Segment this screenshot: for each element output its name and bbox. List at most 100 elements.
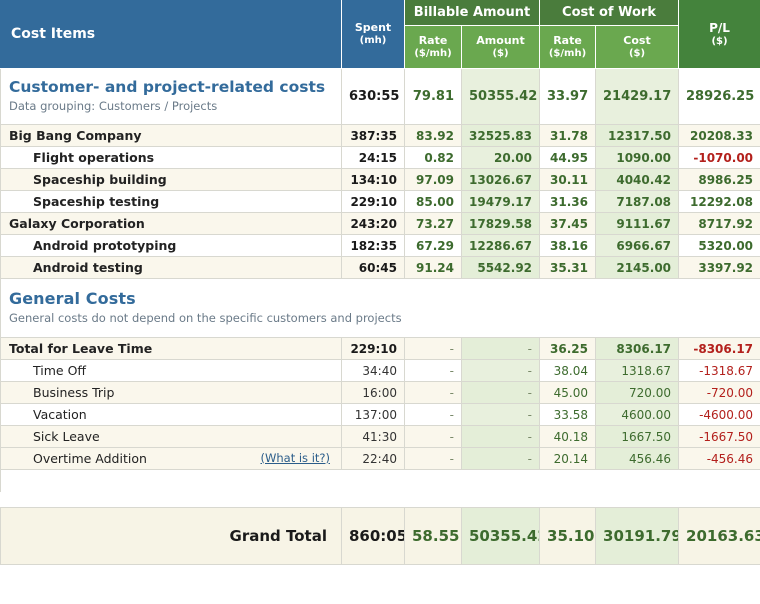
column-group-billable-amount[interactable]: Billable Amount [403,0,541,26]
column-header-cost-rate-label: Rate [553,33,582,47]
cell-billable-rate: 83.92 [404,124,462,147]
section-subtitle: General costs do not depend on the speci… [9,311,402,325]
cell-spent: 387:35 [341,124,405,147]
cell-pl: -8306.17 [678,337,760,360]
column-header-cost-value[interactable]: Cost ($) [595,25,680,69]
cell-billable-amount: - [460,403,541,426]
table-row[interactable]: Total for Leave Time 229:10- -36.25 8306.17… [0,337,760,360]
cell-cost: 9111.67 [595,212,680,235]
row-label-cell: Spaceship testing [0,190,342,213]
row-label-cell: Spaceship building [0,168,342,191]
cell-pl: 8717.92 [678,212,760,235]
table-row[interactable]: Android prototyping 182:35 67.29 12286.67 38… [0,234,760,257]
row-label: Business Trip [33,385,115,400]
what-is-it-link[interactable]: (What is it?) [261,451,335,465]
cell-pl: 5320.00 [678,234,760,257]
cell-cost: 456.46 [595,447,680,470]
cell-cost-rate: 38.04 [539,359,597,382]
table-row[interactable]: Spaceship testing 229:10 85.00 19479.17 31.3… [0,190,760,213]
table-body-rest: General Costs General costs do not depend… [0,278,760,565]
cell-cost-rate: 33.58 [539,403,597,426]
cell-cost-rate: 44.95 [539,146,597,169]
row-label: Flight operations [33,150,155,165]
table-row-overtime-addition[interactable]: Overtime Addition (What is it?) 22:40- -20.… [0,447,760,470]
column-header-cost-rate-unit: ($/mh) [548,47,587,59]
table-row[interactable]: Time Off 34:40- -38.04 1318.67 -1318.67 [0,359,760,382]
table-row[interactable]: Spaceship building 134:10 97.09 13026.67 30.… [0,168,760,191]
column-header-billable-amount[interactable]: Amount ($) [460,25,541,69]
row-label-cell: Android prototyping [0,234,342,257]
cell-spent: 229:10 [341,190,405,213]
grand-total-cost-rate: 35.10 [539,507,597,565]
cell-cost: 1667.50 [595,425,680,448]
column-header-pl[interactable]: P/L ($) [678,0,760,69]
row-label: Overtime Addition [33,451,147,466]
summary-billable-amount: 50355.42 [460,68,541,125]
cell-billable-rate: - [404,425,462,448]
row-label-cell: Time Off [0,359,342,382]
cell-billable-rate: - [404,447,462,470]
column-header-spent[interactable]: Spent (mh) [341,0,405,69]
section-title: General Costs [9,289,136,308]
cell-cost-rate: 45.00 [539,381,597,404]
row-label: Vacation [33,407,87,422]
grand-total-billable-rate: 58.55 [404,507,462,565]
row-label: Spaceship building [33,172,167,187]
column-header-cost-rate[interactable]: Rate ($/mh) [539,25,597,69]
column-group-cost-of-work[interactable]: Cost of Work [539,0,680,26]
cell-cost-rate: 35.31 [539,256,597,279]
cell-pl: -4600.00 [678,403,760,426]
column-header-billable-amount-unit: ($) [492,47,509,59]
summary-billable-rate: 79.81 [404,68,462,125]
table-body: Customer- and project-related costs Data… [0,68,760,125]
row-label: Android testing [33,260,143,275]
grand-total-label: Grand Total [0,507,342,565]
table-row[interactable]: Galaxy Corporation 243:20 73.27 17829.58 37.… [0,212,760,235]
cell-billable-amount: - [460,359,541,382]
cell-billable-rate: 73.27 [404,212,462,235]
cell-spent: 243:20 [341,212,405,235]
row-label-cell: Galaxy Corporation [0,212,342,235]
cell-billable-amount: 12286.67 [460,234,541,257]
row-label: Sick Leave [33,429,100,444]
cell-pl: -1667.50 [678,425,760,448]
table-row[interactable]: Business Trip 16:00- -45.00 720.00 -720.00 [0,381,760,404]
cell-cost-rate: 37.45 [539,212,597,235]
table-row[interactable]: Flight operations 24:15 0.82 20.00 44.95 1090… [0,146,760,169]
cell-billable-rate: - [404,381,462,404]
cell-billable-rate: - [404,403,462,426]
row-label-cell: Vacation [0,403,342,426]
table-row[interactable]: Big Bang Company 387:35 83.92 32525.83 31.78… [0,124,760,147]
table-header: Cost Items Spent (mh) Billable Amount Co… [0,0,760,69]
table-row[interactable]: Android testing 60:45 91.24 5542.92 35.31 214… [0,256,760,279]
cost-report-table: Cost Items Spent (mh) Billable Amount Co… [0,0,760,565]
cell-cost: 8306.17 [595,337,680,360]
cell-billable-rate: 85.00 [404,190,462,213]
cell-spent: 41:30 [341,425,405,448]
section-subtitle: Data grouping: Customers / Projects [9,99,218,113]
summary-cost: 21429.17 [595,68,680,125]
row-label-cell: Total for Leave Time [0,337,342,360]
what-is-it-link-text[interactable]: (What is it?) [261,451,331,465]
column-header-cost-items[interactable]: Cost Items [0,0,342,69]
section-summary-customer-projects: Customer- and project-related costs Data… [0,68,760,125]
column-header-pl-unit: ($) [711,35,728,47]
cell-billable-amount: 17829.58 [460,212,541,235]
cell-cost-rate: 36.25 [539,337,597,360]
cell-billable-rate: - [404,337,462,360]
cell-cost: 4040.42 [595,168,680,191]
cell-pl: 20208.33 [678,124,760,147]
table-row[interactable]: Vacation 137:00- -33.58 4600.00 -4600.00 [0,403,760,426]
cell-cost-rate: 30.11 [539,168,597,191]
grand-total-row: Grand Total860:0558.5550355.4235.1030191… [0,507,760,565]
cell-pl: 3397.92 [678,256,760,279]
grand-total-cost: 30191.79 [595,507,680,565]
cell-cost: 7187.08 [595,190,680,213]
cell-billable-rate: 97.09 [404,168,462,191]
cell-pl: 12292.08 [678,190,760,213]
section-title: Customer- and project-related costs [9,78,326,96]
column-header-billable-rate[interactable]: Rate ($/mh) [404,25,462,69]
row-label: Spaceship testing [33,194,160,209]
gap-row [0,492,760,508]
table-row[interactable]: Sick Leave 41:30- -40.18 1667.50 -1667.50 [0,425,760,448]
